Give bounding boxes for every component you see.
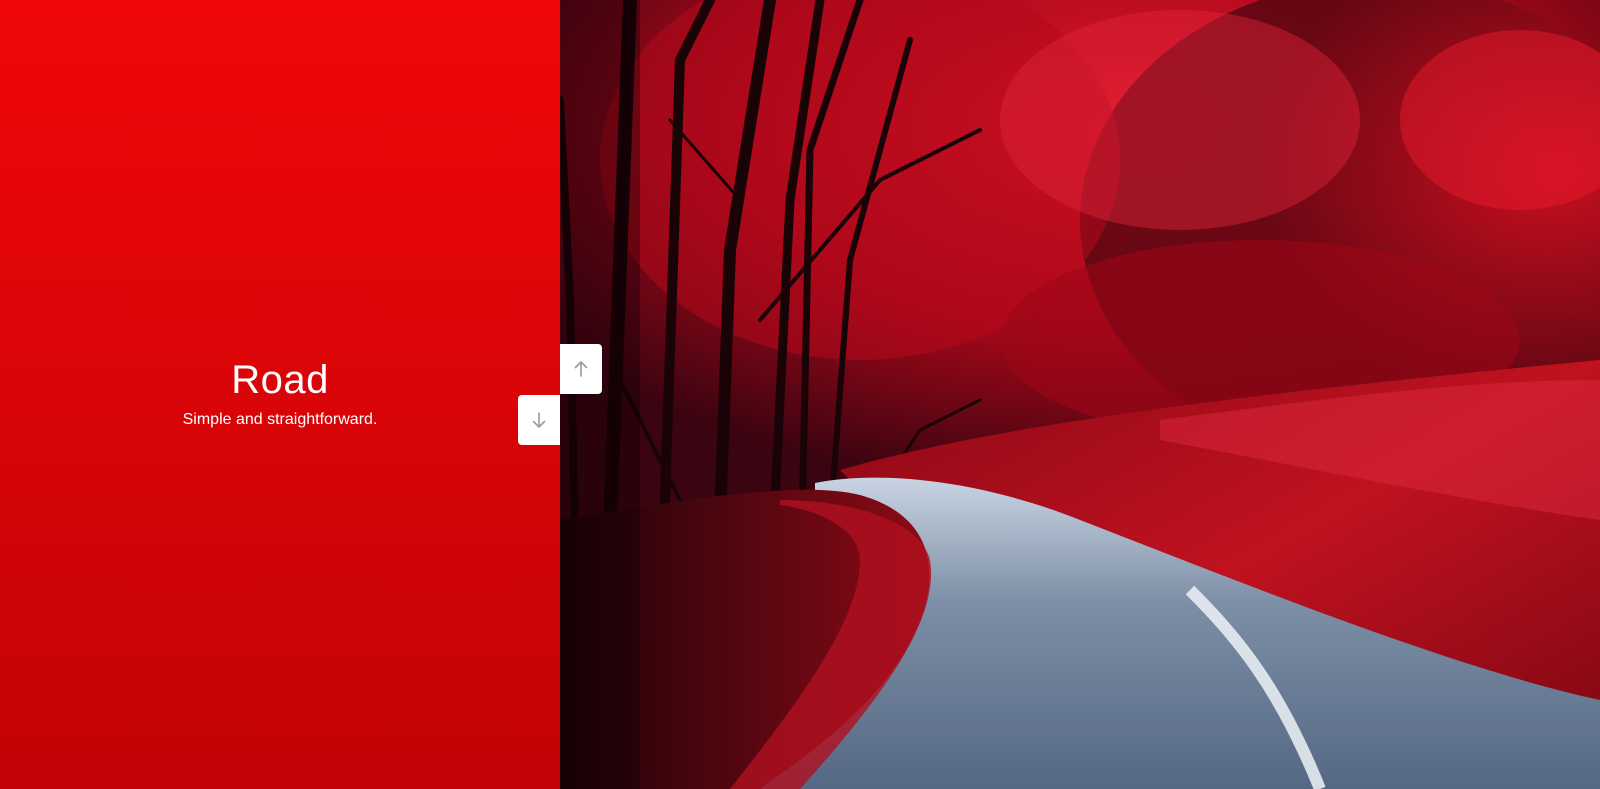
arrow-up-icon	[574, 361, 588, 377]
slide-description: Simple and straightforward.	[182, 410, 378, 428]
arrow-down-icon	[532, 412, 546, 428]
slide-down-button[interactable]	[518, 395, 560, 445]
slide-title: Road	[231, 357, 329, 402]
slide-image-panel	[560, 0, 1600, 789]
vertical-split-slider: Road Simple and straightforward.	[0, 0, 1600, 789]
slide-up-button[interactable]	[560, 344, 602, 394]
slide-text-panel: Road Simple and straightforward.	[0, 0, 560, 789]
red-forest-road-image	[560, 0, 1600, 789]
